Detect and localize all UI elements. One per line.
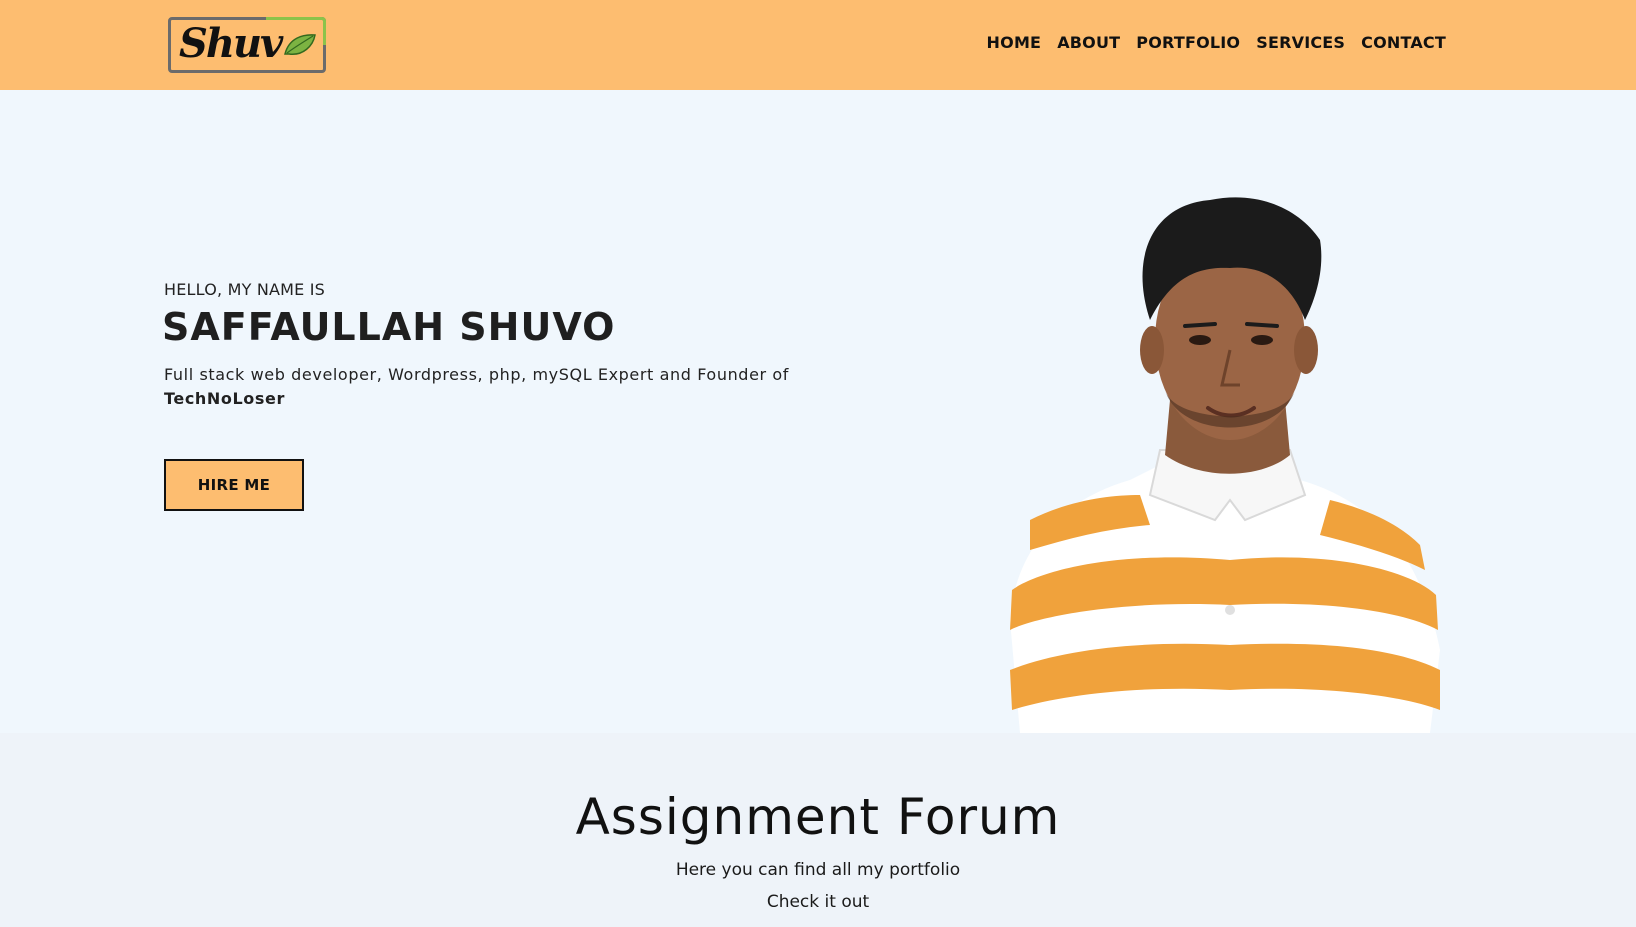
profile-photo (1010, 197, 1440, 733)
site-logo[interactable]: Shuv (168, 17, 326, 73)
hero-greeting: HELLO, MY NAME IS (164, 280, 326, 299)
nav-contact[interactable]: CONTACT (1361, 33, 1446, 52)
hero-description-text: Full stack web developer, Wordpress, php… (164, 365, 789, 384)
leaf-icon (284, 34, 316, 55)
top-navbar: Shuv HOME ABOUT PORTFOLIO SERVICES CONTA… (0, 0, 1636, 90)
hero-brand: TechNoLoser (164, 389, 285, 408)
section-subtitle-2: Check it out (766, 892, 870, 912)
main-nav: HOME ABOUT PORTFOLIO SERVICES CONTACT (987, 33, 1446, 52)
section-subtitle: Here you can find all my portfolio (675, 860, 961, 880)
hero-name: SAFFAULLAH SHUVO (162, 305, 616, 349)
section-title: Assignment Forum (575, 788, 1061, 846)
hero-description: Full stack web developer, Wordpress, php… (164, 363, 844, 411)
hire-me-button[interactable]: HIRE ME (164, 459, 304, 511)
portfolio-section: Assignment Forum Here you can find all m… (0, 733, 1636, 927)
hero-section: HELLO, MY NAME IS SAFFAULLAH SHUVO Full … (0, 90, 1636, 733)
nav-portfolio[interactable]: PORTFOLIO (1136, 33, 1240, 52)
nav-about[interactable]: ABOUT (1057, 33, 1120, 52)
nav-services[interactable]: SERVICES (1256, 33, 1345, 52)
nav-home[interactable]: HOME (987, 33, 1042, 52)
logo-text: Shuv (179, 20, 283, 67)
